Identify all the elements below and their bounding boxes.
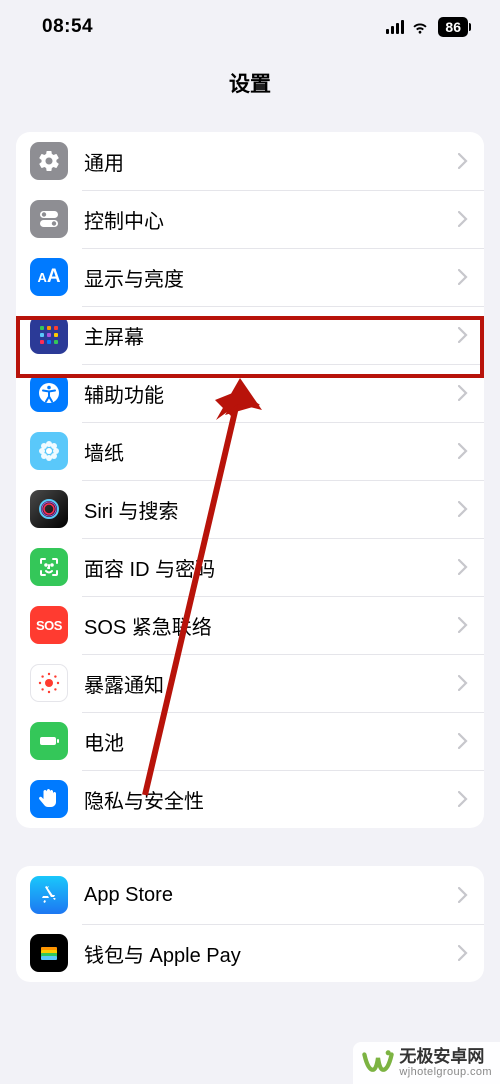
exposure-icon [30,664,68,702]
row-accessibility[interactable]: 辅助功能 [16,364,484,422]
cellular-signal-icon [386,20,405,34]
row-label: 电池 [84,727,458,756]
row-label: 控制中心 [84,205,458,234]
row-label: 主屏幕 [84,321,458,350]
row-faceid[interactable]: 面容 ID 与密码 [16,538,484,596]
row-home-screen[interactable]: 主屏幕 [16,306,484,364]
chevron-right-icon [458,559,468,575]
chevron-right-icon [458,945,468,961]
settings-group-1: 通用 控制中心 AA 显示与亮度 主屏幕 辅助功能 [16,132,484,828]
row-label: 显示与亮度 [84,263,458,292]
siri-icon [30,490,68,528]
text-size-icon: AA [30,258,68,296]
sos-icon: SOS [30,606,68,644]
status-bar: 08:54 86 [0,0,500,54]
row-label: Siri 与搜索 [84,495,458,524]
chevron-right-icon [458,443,468,459]
page-title: 设置 [0,54,500,116]
chevron-right-icon [458,791,468,807]
hand-icon [30,780,68,818]
chevron-right-icon [458,501,468,517]
faceid-icon [30,548,68,586]
settings-group-2: App Store 钱包与 Apple Pay [16,866,484,982]
chevron-right-icon [458,385,468,401]
chevron-right-icon [458,675,468,691]
chevron-right-icon [458,269,468,285]
row-label: 暴露通知 [84,669,458,698]
row-battery[interactable]: 电池 [16,712,484,770]
row-siri[interactable]: Siri 与搜索 [16,480,484,538]
row-label: 辅助功能 [84,379,458,408]
chevron-right-icon [458,733,468,749]
row-label: 钱包与 Apple Pay [84,939,458,968]
accessibility-icon [30,374,68,412]
row-label: 面容 ID 与密码 [84,553,458,582]
row-label: 通用 [84,147,458,176]
chevron-right-icon [458,327,468,343]
chevron-right-icon [458,211,468,227]
row-wallpaper[interactable]: 墙纸 [16,422,484,480]
appstore-icon [30,876,68,914]
chevron-right-icon [458,887,468,903]
row-general[interactable]: 通用 [16,132,484,190]
wallet-icon [30,934,68,972]
row-label: SOS 紧急联络 [84,611,458,640]
row-exposure[interactable]: 暴露通知 [16,654,484,712]
watermark-subtitle: wjhotelgroup.com [399,1066,492,1078]
battery-icon [30,722,68,760]
row-label: App Store [84,884,458,907]
row-control-center[interactable]: 控制中心 [16,190,484,248]
watermark: 无极安卓网 wjhotelgroup.com [353,1042,500,1084]
row-privacy[interactable]: 隐私与安全性 [16,770,484,828]
row-sos[interactable]: SOS SOS 紧急联络 [16,596,484,654]
flower-icon [30,432,68,470]
chevron-right-icon [458,153,468,169]
row-label: 墙纸 [84,437,458,466]
row-display[interactable]: AA 显示与亮度 [16,248,484,306]
toggles-icon [30,200,68,238]
watermark-title: 无极安卓网 [399,1048,492,1067]
chevron-right-icon [458,617,468,633]
row-appstore[interactable]: App Store [16,866,484,924]
status-right: 86 [386,17,468,37]
battery-indicator: 86 [438,17,468,37]
row-wallet[interactable]: 钱包与 Apple Pay [16,924,484,982]
row-label: 隐私与安全性 [84,785,458,814]
wifi-icon [410,20,430,34]
status-time: 08:54 [42,16,93,38]
watermark-logo-icon [361,1046,395,1080]
app-grid-icon [30,316,68,354]
gear-icon [30,142,68,180]
